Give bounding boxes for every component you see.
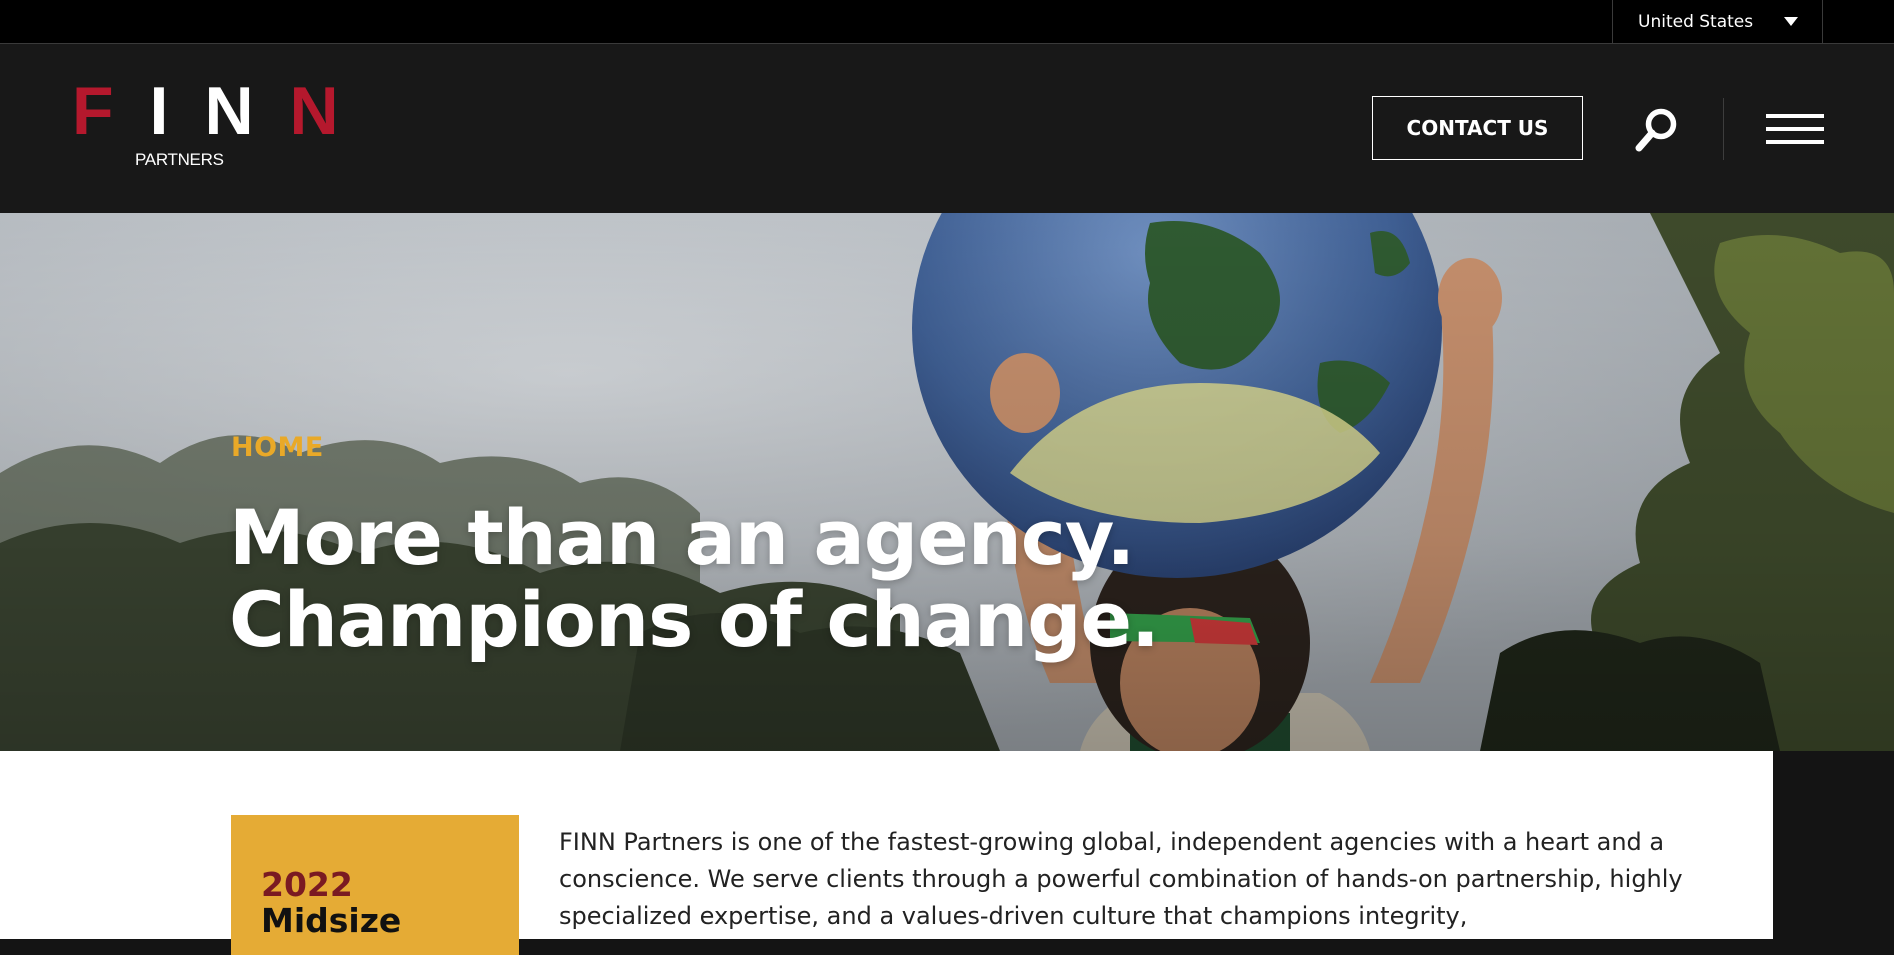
award-title: Midsize (261, 901, 402, 940)
region-selector-label: United States (1638, 12, 1754, 32)
award-badge: 2022 Midsize (231, 815, 519, 955)
hamburger-menu-icon[interactable] (1766, 114, 1826, 146)
logo-wordmark: FINN (72, 73, 375, 149)
intro-paragraph: FINN Partners is one of the fastest-grow… (559, 828, 1683, 930)
intro-section: 2022 Midsize FINN Partners is one of the… (0, 751, 1773, 955)
logo-subtitle: PARTNERS (135, 150, 224, 169)
region-selector[interactable]: United States (1612, 0, 1823, 44)
hero-title-line-1: More than an agency. (229, 493, 1135, 582)
content-side-strip (1773, 751, 1894, 939)
contact-us-button[interactable]: CONTACT US (1372, 96, 1583, 160)
hero-title-line-2: Champions of change. (229, 575, 1160, 664)
header-divider (1723, 98, 1724, 160)
hero-title: More than an agency. Champions of change… (229, 493, 1160, 664)
breadcrumb-home[interactable]: HOME (231, 432, 324, 463)
award-year: 2022 (261, 865, 353, 904)
hero-banner: HOME More than an agency. Champions of c… (0, 213, 1894, 751)
caret-down-icon (1784, 17, 1798, 26)
finn-partners-logo[interactable]: FINN PARTNERS (72, 76, 339, 180)
hero-overlay (0, 213, 1894, 751)
top-utility-bar: United States (0, 0, 1894, 44)
site-header: FINN PARTNERS CONTACT US (0, 44, 1894, 213)
search-icon[interactable] (1633, 106, 1681, 154)
